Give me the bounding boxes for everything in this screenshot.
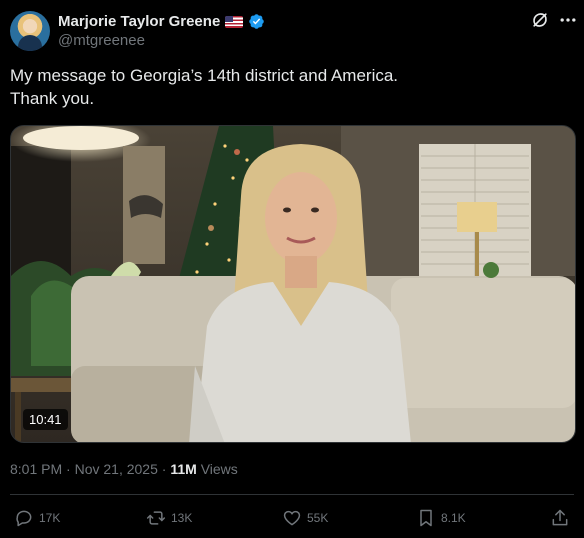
reply-icon <box>16 510 32 527</box>
video-player[interactable]: 10:41 <box>10 125 576 443</box>
grok-icon[interactable] <box>530 10 550 30</box>
share-button[interactable] <box>550 508 570 528</box>
video-duration: 10:41 <box>23 409 68 430</box>
author-name-row: Marjorie Taylor Greene <box>58 13 265 30</box>
meta-separator-1: · <box>66 461 71 477</box>
divider <box>10 494 574 495</box>
tweet-text-line-1: My message to Georgia’s 14th district an… <box>10 66 399 85</box>
more-icon[interactable] <box>558 10 578 30</box>
author-display-name[interactable]: Marjorie Taylor Greene <box>58 13 220 30</box>
tweet-header: Marjorie Taylor Greene @mtgreenee <box>10 10 576 52</box>
views-label: Views <box>200 461 238 477</box>
like-icon <box>283 510 301 526</box>
bookmark-count: 8.1K <box>441 511 466 525</box>
tweet-meta: 8:01 PM · Nov 21, 2025 · 11M Views <box>10 461 238 477</box>
tweet-time[interactable]: 8:01 PM <box>10 461 62 477</box>
tweet-text-line-2: Thank you. <box>10 89 95 108</box>
repost-count: 13K <box>171 511 193 525</box>
video-thumbnail <box>11 126 575 442</box>
tweet-date[interactable]: Nov 21, 2025 <box>75 461 158 477</box>
like-count: 55K <box>307 511 329 525</box>
reply-count: 17K <box>39 511 61 525</box>
bookmark-button[interactable]: 8.1K <box>416 508 466 528</box>
verified-badge-icon <box>249 14 265 29</box>
author-handle[interactable]: @mtgreenee <box>58 32 145 49</box>
share-icon <box>552 509 568 526</box>
bookmark-icon <box>420 509 432 527</box>
views-count: 11M <box>170 461 197 477</box>
action-bar: 17K 13K 55K 8.1K <box>0 508 584 534</box>
repost-button[interactable]: 13K <box>146 508 192 528</box>
avatar[interactable] <box>10 11 50 51</box>
meta-separator-2: · <box>161 461 167 477</box>
tweet-text: My message to Georgia’s 14th district an… <box>10 64 574 110</box>
repost-icon <box>146 511 166 525</box>
reply-button[interactable]: 17K <box>14 508 60 528</box>
us-flag-icon <box>225 15 244 28</box>
like-button[interactable]: 55K <box>282 508 328 528</box>
